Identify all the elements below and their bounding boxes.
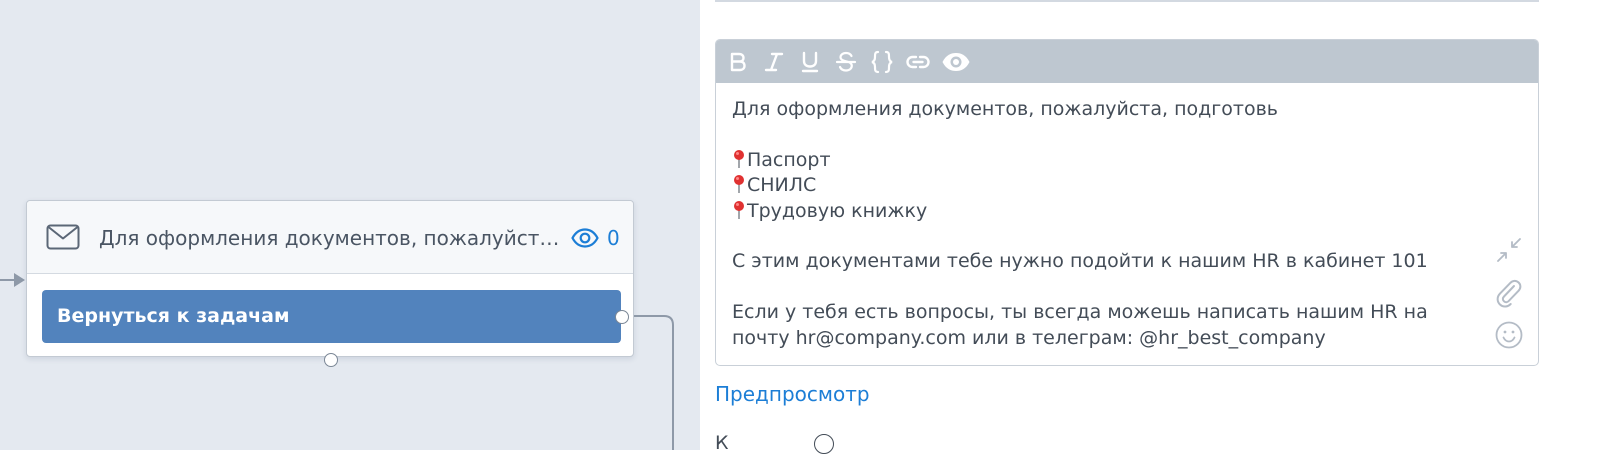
message-editor[interactable]: Для оформления документов, пожалуйста, п… xyxy=(715,39,1539,366)
code-braces-icon[interactable] xyxy=(869,49,895,75)
text-line: почту hr@company.com или в телеграм: @hr… xyxy=(732,326,1326,349)
preview-link[interactable]: Предпросмотр xyxy=(715,381,870,407)
node-title: Для оформления документов, пожалуйста, п… xyxy=(99,226,561,250)
editor-toolbar xyxy=(716,40,1538,83)
underline-icon[interactable] xyxy=(797,49,823,75)
emoji-icon[interactable] xyxy=(1493,319,1525,351)
outgoing-connection-line xyxy=(634,315,674,450)
message-node[interactable]: Для оформления документов, пожалуйста, п… xyxy=(26,200,634,367)
pushpin-icon xyxy=(734,200,744,219)
mail-icon xyxy=(46,224,80,250)
list-item: СНИЛС xyxy=(732,173,1472,198)
list-item: Паспорт xyxy=(732,148,1472,173)
bold-icon[interactable] xyxy=(725,49,751,75)
italic-icon[interactable] xyxy=(761,49,787,75)
list-item-text: Трудовую книжку xyxy=(747,199,928,222)
text-line: Для оформления документов, пожалуйста, п… xyxy=(732,98,1278,120)
eye-icon xyxy=(571,228,599,248)
button-output-port[interactable] xyxy=(615,310,629,324)
node-output-port[interactable] xyxy=(324,353,338,367)
collapse-icon[interactable] xyxy=(1493,234,1525,266)
cut-off-label: К xyxy=(715,432,729,454)
flow-canvas[interactable]: Для оформления документов, пожалуйста, п… xyxy=(0,0,700,450)
paperclip-icon[interactable] xyxy=(1493,277,1525,309)
pushpin-icon xyxy=(734,175,744,194)
list-item-text: Паспорт xyxy=(747,148,831,171)
link-icon[interactable] xyxy=(905,49,931,75)
text-line: С этим документами тебе нужно подойти к … xyxy=(732,250,1428,273)
list-item: Трудовую книжку xyxy=(732,199,1472,224)
return-to-tasks-button[interactable]: Вернуться к задачам xyxy=(42,290,621,343)
divider xyxy=(715,0,1539,2)
node-header[interactable]: Для оформления документов, пожалуйста, п… xyxy=(27,201,633,274)
pushpin-icon xyxy=(734,149,744,168)
text-line: Если у тебя есть вопросы, ты всегда може… xyxy=(732,301,1428,324)
views-count: 0 xyxy=(607,226,620,250)
strikethrough-icon[interactable] xyxy=(833,49,859,75)
editor-text-area[interactable]: Для оформления документов, пожалуйста, п… xyxy=(732,97,1472,351)
incoming-arrow-icon xyxy=(14,273,25,287)
list-item-text: СНИЛС xyxy=(747,174,817,197)
cut-off-radio[interactable] xyxy=(814,434,834,454)
eye-icon[interactable] xyxy=(941,49,971,75)
